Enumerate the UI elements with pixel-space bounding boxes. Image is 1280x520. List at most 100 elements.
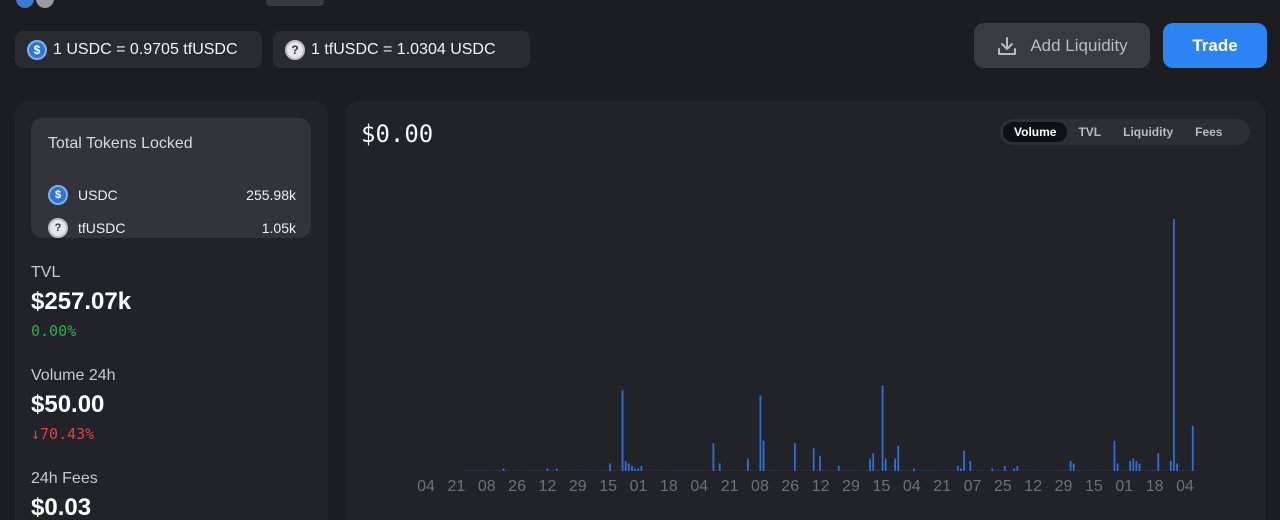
volume-bar[interactable] — [1188, 470, 1190, 471]
volume-bar[interactable] — [1066, 470, 1068, 471]
volume-bar[interactable] — [1113, 440, 1116, 471]
volume-bar[interactable] — [1126, 470, 1128, 471]
volume-bar[interactable] — [593, 470, 595, 471]
volume-bar[interactable] — [631, 465, 633, 471]
volume-bar[interactable] — [524, 470, 526, 471]
volume-bar[interactable] — [605, 470, 608, 471]
volume-bar[interactable] — [706, 470, 708, 471]
volume-bar[interactable] — [555, 468, 558, 471]
volume-bar[interactable] — [465, 470, 467, 471]
volume-bar[interactable] — [540, 470, 542, 471]
volume-bar[interactable] — [549, 470, 551, 471]
volume-bar[interactable] — [840, 470, 843, 471]
volume-bar[interactable] — [850, 470, 852, 471]
volume-bar[interactable] — [869, 458, 871, 471]
volume-bar[interactable] — [872, 453, 875, 471]
volume-bar[interactable] — [731, 470, 733, 471]
volume-bar[interactable] — [565, 470, 567, 471]
volume-bar[interactable] — [1085, 470, 1087, 471]
volume-bar[interactable] — [941, 470, 943, 471]
volume-bar[interactable] — [847, 470, 849, 471]
volume-bar[interactable] — [1060, 470, 1062, 471]
volume-bar[interactable] — [1072, 463, 1075, 471]
volume-bar[interactable] — [800, 470, 802, 471]
volume-bar[interactable] — [985, 470, 987, 471]
volume-bar[interactable] — [1019, 470, 1021, 471]
volume-bar[interactable] — [894, 458, 897, 471]
volume-bar[interactable] — [797, 470, 799, 471]
volume-bar[interactable] — [725, 470, 727, 471]
volume-bar[interactable] — [956, 465, 959, 471]
volume-bar[interactable] — [1097, 470, 1100, 471]
volume-bar[interactable] — [649, 470, 652, 471]
volume-bar[interactable] — [640, 465, 643, 471]
volume-bar[interactable] — [916, 470, 918, 471]
volume-bar[interactable] — [1157, 453, 1160, 471]
volume-bar[interactable] — [944, 470, 946, 471]
volume-bar[interactable] — [1119, 470, 1122, 471]
volume-bar[interactable] — [527, 470, 529, 471]
volume-bar[interactable] — [580, 470, 583, 471]
volume-bar[interactable] — [1101, 470, 1103, 471]
volume-bar[interactable] — [1035, 470, 1037, 471]
volume-bar[interactable] — [837, 465, 840, 471]
volume-bar[interactable] — [1182, 470, 1184, 471]
volume-bar[interactable] — [1028, 470, 1031, 471]
volume-bar[interactable] — [602, 470, 605, 471]
volume-bar[interactable] — [621, 390, 624, 471]
volume-bar[interactable] — [909, 470, 912, 471]
volume-bar[interactable] — [953, 470, 955, 471]
volume-bar[interactable] — [1154, 470, 1156, 471]
volume-bar[interactable] — [618, 470, 620, 471]
volume-bar[interactable] — [822, 470, 824, 471]
volume-bar[interactable] — [1047, 470, 1049, 471]
volume-bar[interactable] — [477, 470, 479, 471]
volume-bar[interactable] — [740, 470, 742, 471]
volume-bar[interactable] — [574, 470, 576, 471]
volume-bar[interactable] — [665, 470, 667, 471]
volume-bar[interactable] — [793, 443, 796, 471]
volume-bar[interactable] — [878, 470, 880, 471]
volume-bar[interactable] — [1129, 460, 1132, 471]
volume-bar[interactable] — [772, 470, 774, 471]
volume-bar[interactable] — [543, 470, 545, 471]
volume-bar[interactable] — [1016, 465, 1019, 471]
volume-bar[interactable] — [844, 470, 846, 471]
volume-bar[interactable] — [1160, 470, 1162, 471]
volume-bar[interactable] — [972, 470, 974, 471]
volume-bar[interactable] — [884, 458, 887, 471]
volume-bar[interactable] — [859, 470, 861, 471]
volume-bar[interactable] — [994, 470, 996, 471]
volume-bar[interactable] — [759, 395, 762, 471]
volume-bar[interactable] — [656, 470, 658, 471]
rate-pill-tfusdc[interactable]: ? 1 tfUSDC = 1.0304 USDC — [273, 31, 530, 68]
volume-bar[interactable] — [853, 470, 855, 471]
volume-bar[interactable] — [819, 455, 821, 471]
volume-bar[interactable] — [537, 470, 539, 471]
volume-bar[interactable] — [784, 470, 786, 471]
volume-bar[interactable] — [1148, 470, 1150, 471]
volume-bar[interactable] — [568, 470, 570, 471]
volume-bar[interactable] — [781, 470, 783, 471]
volume-bar[interactable] — [1144, 470, 1147, 471]
volume-bar[interactable] — [1007, 470, 1009, 471]
volume-bar[interactable] — [809, 470, 811, 471]
volume-bar[interactable] — [963, 450, 965, 471]
volume-bar[interactable] — [690, 470, 692, 471]
volume-bar[interactable] — [887, 470, 890, 471]
volume-bar[interactable] — [950, 470, 952, 471]
volume-bar[interactable] — [684, 470, 686, 471]
volume-bar[interactable] — [1151, 470, 1153, 471]
volume-bar[interactable] — [803, 470, 805, 471]
volume-bar[interactable] — [1038, 470, 1040, 471]
volume-bar[interactable] — [693, 470, 695, 471]
volume-bar[interactable] — [715, 470, 717, 471]
volume-bar[interactable] — [712, 443, 715, 471]
volume-bar[interactable] — [806, 470, 808, 471]
volume-bar[interactable] — [471, 470, 473, 471]
trade-button[interactable]: Trade — [1163, 23, 1267, 68]
volume-bar[interactable] — [903, 470, 905, 471]
volume-bar[interactable] — [834, 470, 836, 471]
volume-bar[interactable] — [1173, 219, 1175, 471]
volume-bar[interactable] — [612, 470, 614, 471]
